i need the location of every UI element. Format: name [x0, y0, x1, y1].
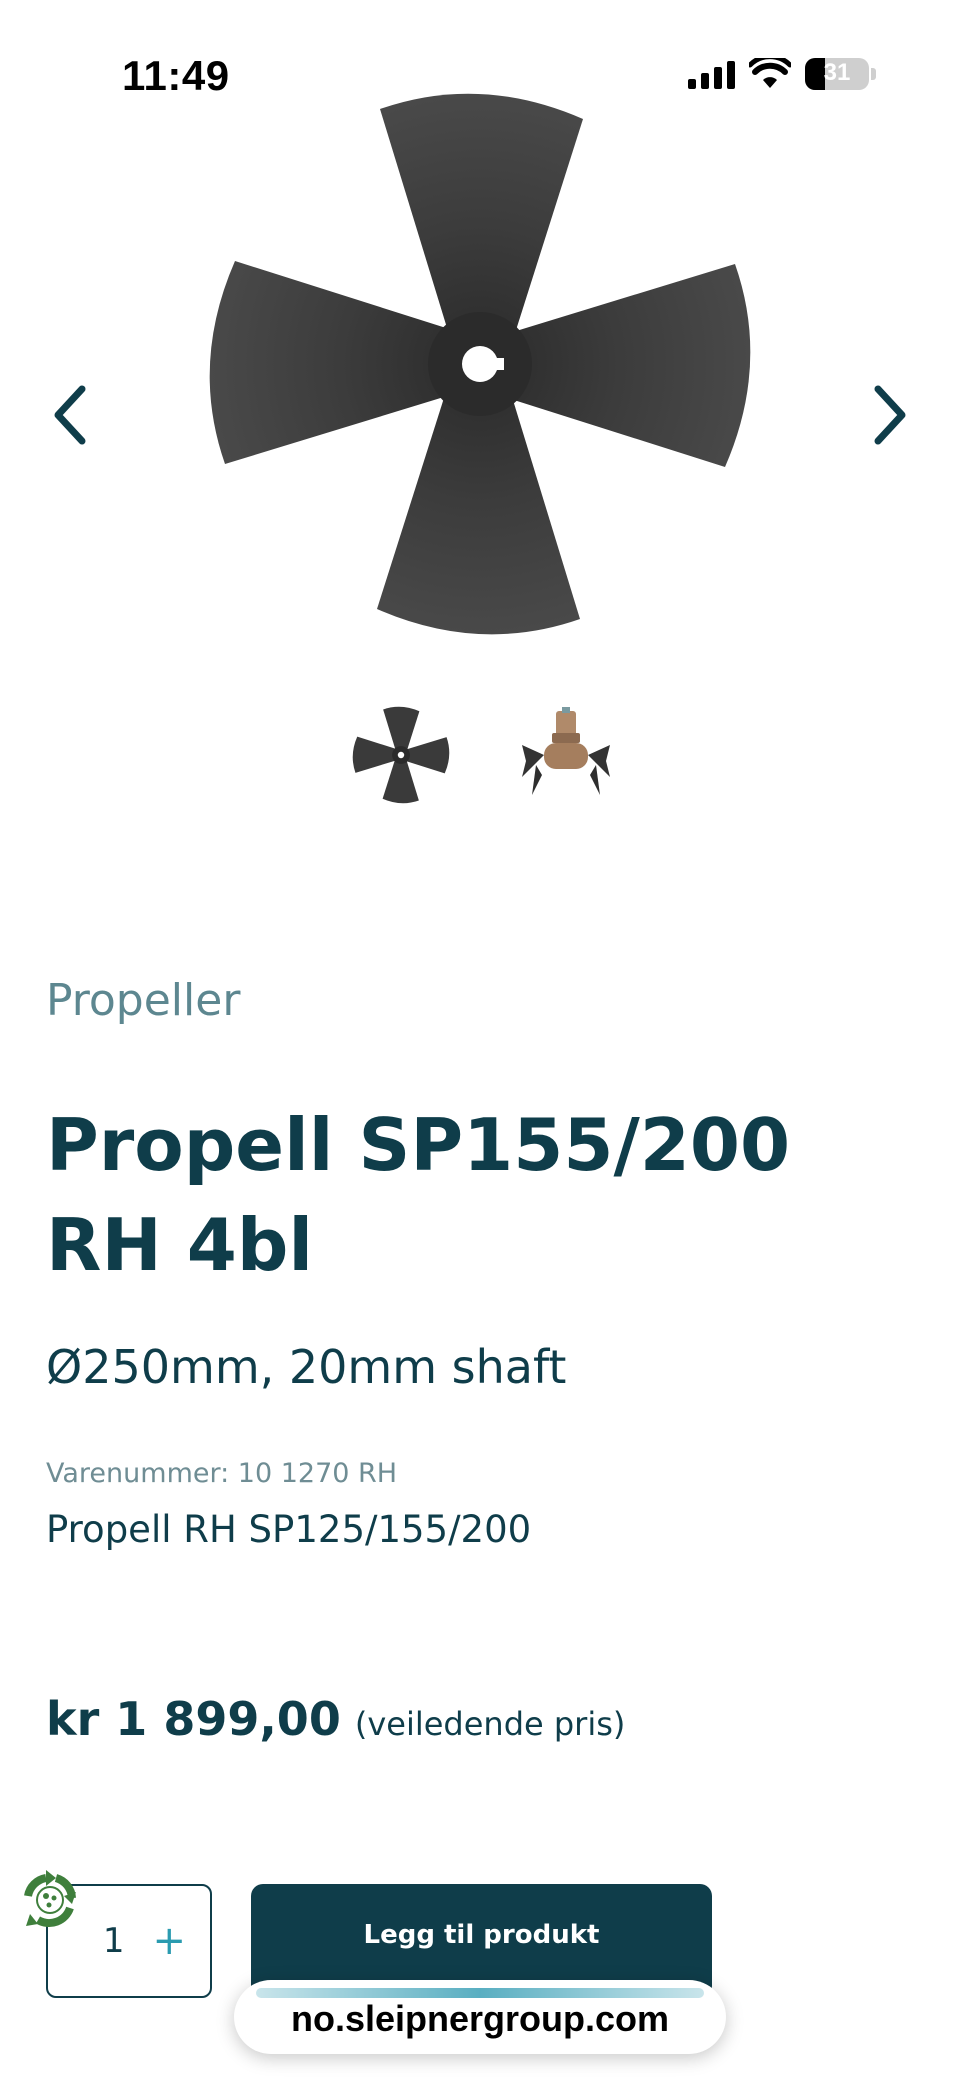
thumbnail-propeller[interactable]	[346, 700, 456, 810]
price-row: kr 1 899,00 (veiledende pris)	[46, 1692, 625, 1746]
battery-level: 31	[823, 59, 851, 86]
product-sku: Varenummer: 10 1270 RH	[46, 1458, 398, 1489]
browser-address-bar[interactable]: no.sleipnergroup.com	[234, 1980, 726, 2054]
quantity-increase-button[interactable]: +	[152, 1921, 186, 1961]
price-note: (veiledende pris)	[354, 1705, 626, 1743]
product-title: Propell SP155/200 RH 4bl	[46, 1103, 791, 1287]
thumbnail-thruster[interactable]	[511, 700, 621, 810]
product-category: Propeller	[46, 975, 241, 1026]
gallery-prev-button[interactable]	[40, 380, 100, 450]
thruster-thumbnail-icon	[522, 707, 610, 795]
product-description: Propell RH SP125/155/200	[46, 1508, 532, 1551]
gallery-thumbnails	[346, 700, 621, 810]
product-subtitle: Ø250mm, 20mm shaft	[46, 1340, 567, 1394]
battery-icon: 31	[805, 58, 869, 90]
chevron-right-icon	[874, 385, 906, 445]
gallery-next-button[interactable]	[860, 380, 920, 450]
address-bar-progress	[256, 1988, 704, 1998]
propeller-thumbnail-icon	[352, 706, 450, 804]
browser-url[interactable]: no.sleipnergroup.com	[291, 1998, 669, 2040]
product-price: kr 1 899,00	[46, 1692, 341, 1746]
recycle-badge-icon[interactable]	[16, 1866, 84, 1934]
battery-tip	[871, 68, 876, 80]
propeller-main-image	[209, 93, 751, 635]
chevron-left-icon	[54, 385, 86, 445]
quantity-value[interactable]: 1	[103, 1921, 125, 1961]
